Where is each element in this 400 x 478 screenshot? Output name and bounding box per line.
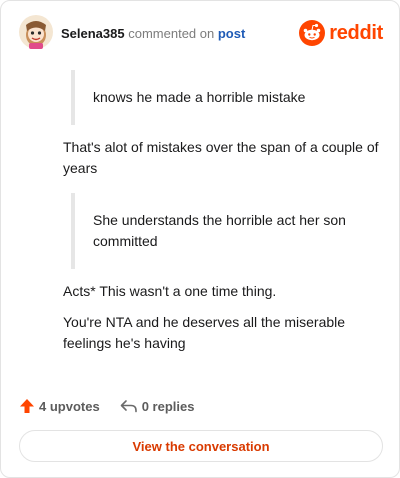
reddit-wordmark: reddit <box>329 21 383 44</box>
reply-arrow-icon <box>120 400 137 413</box>
comment-byline: Selena385 commented on post <box>61 26 245 42</box>
comment-header: Selena385 commented on post reddit <box>19 15 383 53</box>
comment-paragraph: That's alot of mistakes over the span of… <box>63 139 379 176</box>
avatar[interactable] <box>19 15 53 49</box>
blockquote: She understands the horrible act her son… <box>71 193 379 269</box>
view-conversation-button[interactable]: View the conversation <box>19 430 383 462</box>
comment-stats: 4 upvotes 0 replies <box>19 395 194 417</box>
comment-paragraph: You're NTA and he deserves all the miser… <box>63 314 346 351</box>
comment-body: knows he made a horrible mistake That's … <box>63 70 379 354</box>
comment-paragraph: Acts* This wasn't a one time thing. <box>63 283 277 299</box>
comment-card: Selena385 commented on post reddit knows… <box>0 0 400 478</box>
post-link[interactable]: post <box>218 26 245 41</box>
replies-stat[interactable]: 0 replies <box>120 398 195 414</box>
quote-text: knows he made a horrible mistake <box>93 89 306 105</box>
avatar-snoo-icon <box>19 15 53 49</box>
upvote-arrow-icon <box>20 399 34 413</box>
replies-count: 0 replies <box>141 398 195 414</box>
reddit-logo[interactable]: reddit <box>299 19 383 47</box>
reddit-snoo-icon <box>299 20 326 46</box>
quote-text: She understands the horrible act her son… <box>93 212 346 249</box>
blockquote: knows he made a horrible mistake <box>71 70 379 125</box>
upvotes-count: 4 upvotes <box>39 398 100 414</box>
username-link[interactable]: Selena385 <box>61 26 125 41</box>
action-text: commented on <box>128 26 215 41</box>
upvotes-stat[interactable]: 4 upvotes <box>19 398 100 414</box>
